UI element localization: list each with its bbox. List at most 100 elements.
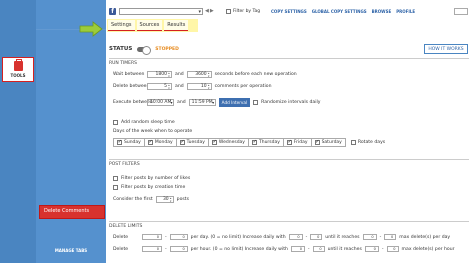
status-row: STATUS STOPPED xyxy=(109,45,179,55)
wait-row: Wait between 1800 and 3600 seconds befor… xyxy=(113,71,297,78)
account-select[interactable]: ▾ xyxy=(119,8,203,15)
randomize-label: Randomize intervals daily xyxy=(261,100,321,105)
sleep-checkbox[interactable] xyxy=(113,120,118,125)
copy-settings-link[interactable]: COPY SETTINGS xyxy=(271,9,307,14)
tools-button[interactable]: TOOLS xyxy=(2,57,34,82)
delete-between-row: Delete between 5 and 10 comments per ope… xyxy=(113,83,271,90)
filter-by-tag-checkbox[interactable] xyxy=(226,9,231,14)
tab-results[interactable]: Results xyxy=(164,20,189,31)
day-monday[interactable]: Monday xyxy=(143,138,177,147)
limit-day-text: per day. (0 = no limit) Increase daily w… xyxy=(190,234,286,240)
limit-hour-reach-max[interactable]: 0 xyxy=(386,246,399,252)
limit-hour-text: per hour. (0 = no limit) Increase daily … xyxy=(190,246,288,252)
day-thursday-label: Thursday xyxy=(258,140,280,145)
facebook-icon: f xyxy=(109,8,116,15)
run-timers-title: RUN TIMERS xyxy=(109,60,138,66)
profile-link[interactable]: PROFILE xyxy=(396,9,415,14)
how-it-works-button[interactable]: HOW IT WORKS xyxy=(424,44,468,54)
tools-label: TOOLS xyxy=(10,73,26,78)
filter-by-tag[interactable]: Filter by Tag xyxy=(226,9,260,14)
limit-day-inc-min[interactable]: 0 xyxy=(288,234,303,240)
status-toggle[interactable] xyxy=(137,45,152,55)
wait-suffix: seconds before each new operation xyxy=(214,72,297,77)
day-tuesday[interactable]: Tuesday xyxy=(175,138,209,147)
day-sunday-label: Sunday xyxy=(124,140,141,145)
toolbox-icon xyxy=(13,59,23,71)
filter-likes-checkbox[interactable] xyxy=(113,176,118,181)
limit-hour-reach-min[interactable]: 0 xyxy=(364,246,379,252)
limit-day-reach-max[interactable]: 0 xyxy=(384,234,397,240)
limit-hour-row: Delete 0 - 0 per hour. (0 = no limit) In… xyxy=(113,246,455,252)
randomize-checkbox[interactable] xyxy=(253,100,259,105)
limit-hour-max-input[interactable]: 0 xyxy=(169,246,188,252)
day-wednesday[interactable]: Wednesday xyxy=(207,138,249,147)
delete-limits-section: DELETE LIMITS xyxy=(109,221,469,229)
browse-link[interactable]: BROWSE xyxy=(372,9,392,14)
day-saturday-checkbox[interactable] xyxy=(314,139,320,145)
day-thursday-checkbox[interactable] xyxy=(251,139,257,145)
sleep-row: Add random sleep time xyxy=(113,120,175,125)
left-icon-strip xyxy=(0,0,36,263)
limit-hour-inc-min[interactable]: 0 xyxy=(290,246,305,252)
filter-time-label: Filter posts by creation time xyxy=(121,185,186,190)
window-minimize-button[interactable] xyxy=(454,8,468,15)
days-title: Days of the week when to operate xyxy=(113,129,193,134)
delete-limits-title: DELETE LIMITS xyxy=(109,223,143,229)
day-wednesday-checkbox[interactable] xyxy=(211,139,217,145)
day-friday-checkbox[interactable] xyxy=(286,139,292,145)
execute-label: Execute between xyxy=(113,100,153,105)
limit-hour-inc-max[interactable]: 0 xyxy=(312,246,325,252)
execute-from-select[interactable]: 10:00 AM xyxy=(147,99,174,106)
execute-row: Execute between 10:00 AM and 11:59 PM Ad… xyxy=(113,98,321,107)
limit-day-max-input[interactable]: 0 xyxy=(169,234,188,240)
execute-and-label: and xyxy=(177,100,186,105)
limit-day-delete-label: Delete xyxy=(113,234,129,240)
limit-hour-delete-label: Delete xyxy=(113,246,129,252)
delete-to-input[interactable]: 10 xyxy=(186,83,212,90)
consider-input[interactable]: 30 xyxy=(155,196,174,203)
sidebar-item-delete-comments[interactable]: Delete Comments xyxy=(39,205,105,219)
main-panel: f ▾ ◀▶ Filter by Tag COPY SETTINGS GLOBA… xyxy=(79,0,474,263)
post-filters-section: POST FILTERS xyxy=(109,159,469,167)
wait-and-label: and xyxy=(175,72,184,77)
tab-sources[interactable]: Sources xyxy=(136,20,163,31)
limit-day-inc-max[interactable]: 0 xyxy=(310,234,323,240)
wait-from-input[interactable]: 1800 xyxy=(147,71,172,78)
delete-suffix: comments per operation xyxy=(214,84,272,89)
day-sunday[interactable]: Sunday xyxy=(113,138,145,147)
day-monday-checkbox[interactable] xyxy=(147,139,153,145)
day-friday[interactable]: Friday xyxy=(282,138,312,147)
limit-day-max-text: max delete(s) per day xyxy=(399,234,451,240)
day-saturday-label: Saturday xyxy=(321,140,342,145)
consider-label: Consider the first xyxy=(113,197,153,202)
run-timers-section: RUN TIMERS xyxy=(109,58,469,66)
day-wednesday-label: Wednesday xyxy=(218,140,245,145)
delete-and-label: and xyxy=(175,84,184,89)
limit-hour-until: until it reaches xyxy=(327,246,362,252)
day-tuesday-checkbox[interactable] xyxy=(179,139,185,145)
delete-from-input[interactable]: 5 xyxy=(147,83,172,90)
limit-hour-min-input[interactable]: 0 xyxy=(142,246,162,252)
day-monday-label: Monday xyxy=(154,140,173,145)
nav-panel xyxy=(36,0,106,263)
filter-time-checkbox[interactable] xyxy=(113,185,118,190)
manage-tabs-link[interactable]: MANAGE TABS xyxy=(36,248,106,253)
top-links: COPY SETTINGS GLOBAL COPY SETTINGS BROWS… xyxy=(271,9,415,14)
day-saturday[interactable]: Saturday xyxy=(310,138,346,147)
execute-to-select[interactable]: 11:59 PM xyxy=(188,99,216,106)
limit-day-reach-min[interactable]: 0 xyxy=(362,234,377,240)
day-sunday-checkbox[interactable] xyxy=(117,139,122,145)
tab-settings[interactable]: Settings xyxy=(108,20,135,31)
wait-to-input[interactable]: 3600 xyxy=(186,71,212,78)
filter-likes-row: Filter posts by number of likes xyxy=(113,176,190,181)
filter-likes-label: Filter posts by number of likes xyxy=(121,176,191,181)
sleep-label: Add random sleep time xyxy=(121,120,175,125)
add-interval-button[interactable]: Add Interval xyxy=(218,98,251,107)
day-friday-label: Friday xyxy=(293,140,308,145)
limit-day-min-input[interactable]: 0 xyxy=(142,234,162,240)
rotate-days-checkbox[interactable] xyxy=(350,140,356,145)
prev-next-arrows[interactable]: ◀▶ xyxy=(205,8,215,15)
global-copy-settings-link[interactable]: GLOBAL COPY SETTINGS xyxy=(312,9,367,14)
day-thursday[interactable]: Thursday xyxy=(247,138,284,147)
rotate-days-label: Rotate days xyxy=(357,140,386,145)
